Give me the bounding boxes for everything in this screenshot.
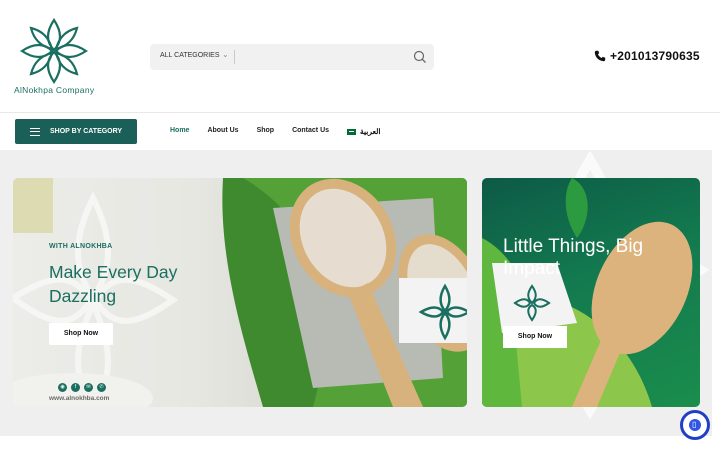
nav-home[interactable]: Home (170, 127, 189, 136)
email-icon[interactable]: ✉ (84, 383, 93, 392)
search-divider (234, 50, 235, 64)
whatsapp-icon[interactable]: ✆ (97, 383, 106, 392)
category-button-label: SHOP BY CATEGORY (50, 128, 123, 135)
side-product-image (482, 178, 693, 407)
page-bottom (0, 436, 720, 450)
hero-section: WITH ALNOKHBA Make Every Day Dazzling Sh… (0, 150, 712, 436)
search-bar: ALL CATEGORIES ⌄ (150, 44, 434, 70)
hamburger-icon (30, 127, 40, 136)
search-input[interactable] (238, 47, 398, 67)
nav-about-us[interactable]: About Us (207, 127, 238, 136)
hero-kicker: WITH ALNOKHBA (49, 243, 113, 250)
language-label: العربية (360, 127, 381, 136)
phone-contact[interactable]: +201013790635 (594, 48, 700, 64)
social-icons: ◉ f ✉ ✆ (58, 383, 106, 392)
nav-contact-us[interactable]: Contact Us (292, 127, 329, 136)
hero-shop-now-button[interactable]: Shop Now (49, 323, 113, 345)
search-icon[interactable] (412, 49, 428, 65)
instagram-icon[interactable]: ◉ (58, 383, 67, 392)
facebook-icon[interactable]: f (71, 383, 80, 392)
company-logo[interactable]: AlNokhpa Company (14, 16, 98, 98)
flag-icon (347, 128, 357, 135)
phone-icon (594, 50, 606, 62)
side-banner-title: Little Things, Big Impact (503, 236, 644, 279)
flower-logo-icon (20, 18, 88, 84)
phone-number: +201013790635 (610, 49, 700, 63)
site-header: AlNokhpa Company ALL CATEGORIES ⌄ +20101… (0, 0, 720, 113)
logo-text: AlNokhpa Company (14, 85, 95, 95)
category-select[interactable]: ALL CATEGORIES (160, 52, 220, 59)
nav-shop[interactable]: Shop (257, 127, 275, 136)
chat-icon: ▯ (692, 420, 697, 429)
side-banner[interactable]: Little Things, Big Impact Shop Now (482, 178, 700, 407)
hero-title: Make Every Day Dazzling (49, 262, 178, 306)
side-shop-now-button[interactable]: Shop Now (503, 326, 567, 348)
website-url: www.alnokhba.com (49, 395, 110, 402)
chevron-down-icon[interactable]: ⌄ (222, 50, 229, 59)
chat-widget-button[interactable]: ▯ (680, 410, 710, 440)
shop-by-category-button[interactable]: SHOP BY CATEGORY (15, 119, 137, 144)
main-navigation: SHOP BY CATEGORY Home About Us Shop Cont… (0, 113, 720, 150)
language-switcher[interactable]: العربية (347, 127, 381, 136)
hero-banner[interactable]: WITH ALNOKHBA Make Every Day Dazzling Sh… (13, 178, 467, 407)
nav-links: Home About Us Shop Contact Us العربية (170, 127, 381, 136)
